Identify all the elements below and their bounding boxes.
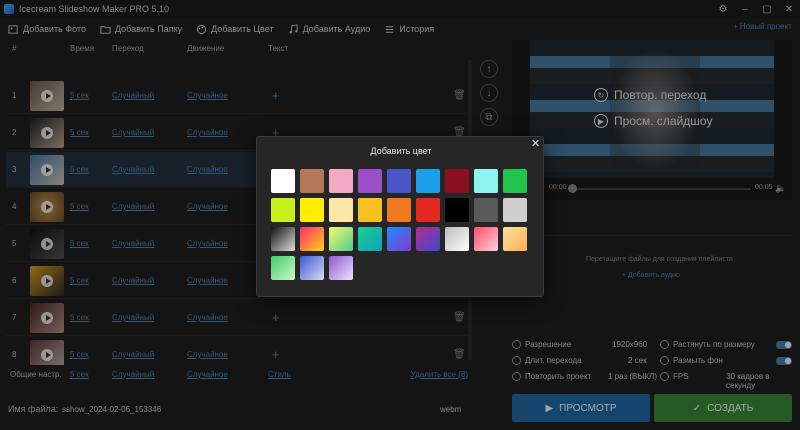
color-swatch[interactable] <box>358 198 382 222</box>
color-swatch[interactable] <box>271 169 295 193</box>
color-swatch[interactable] <box>503 198 527 222</box>
color-swatch[interactable] <box>474 227 498 251</box>
color-swatch[interactable] <box>416 169 440 193</box>
color-swatch[interactable] <box>329 227 353 251</box>
color-swatch[interactable] <box>445 198 469 222</box>
color-swatch[interactable] <box>271 198 295 222</box>
dialog-title: Добавить цвет <box>370 146 432 156</box>
color-swatch[interactable] <box>300 198 324 222</box>
color-swatch[interactable] <box>503 227 527 251</box>
color-swatch[interactable] <box>300 227 324 251</box>
color-swatch[interactable] <box>445 227 469 251</box>
color-swatch[interactable] <box>300 256 324 280</box>
color-swatch[interactable] <box>271 256 295 280</box>
color-swatch[interactable] <box>474 169 498 193</box>
add-color-dialog: Добавить цвет ✕ <box>256 136 544 297</box>
color-swatch[interactable] <box>329 169 353 193</box>
color-swatch[interactable] <box>329 198 353 222</box>
color-swatch[interactable] <box>358 169 382 193</box>
color-swatch[interactable] <box>387 169 411 193</box>
color-swatch[interactable] <box>416 227 440 251</box>
color-swatch[interactable] <box>387 198 411 222</box>
close-icon[interactable]: ✕ <box>531 137 540 150</box>
color-swatch[interactable] <box>300 169 324 193</box>
color-swatch[interactable] <box>387 227 411 251</box>
color-swatch[interactable] <box>271 227 295 251</box>
color-swatch[interactable] <box>358 227 382 251</box>
color-swatch[interactable] <box>416 198 440 222</box>
color-swatch[interactable] <box>329 256 353 280</box>
color-swatch[interactable] <box>445 169 469 193</box>
color-swatch[interactable] <box>474 198 498 222</box>
color-swatch[interactable] <box>503 169 527 193</box>
